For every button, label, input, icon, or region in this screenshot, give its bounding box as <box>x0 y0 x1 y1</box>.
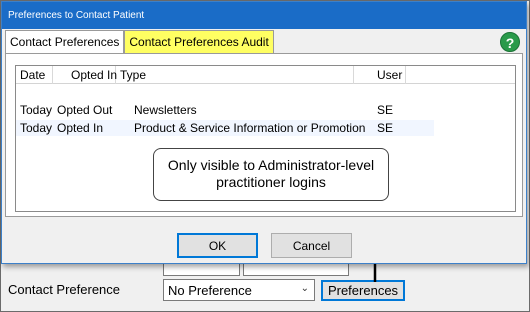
contact-preference-label: Contact Preference <box>8 282 121 297</box>
column-header-opted-in[interactable]: Opted In <box>53 66 117 84</box>
table-row[interactable]: Today Opted In Product & Service Informa… <box>16 120 434 136</box>
tab-contact-preferences-audit[interactable]: Contact Preferences Audit <box>124 30 274 53</box>
preferences-dialog: Preferences to Contact Patient Contact P… <box>1 1 527 264</box>
grid-header: Date Opted In Type User <box>16 66 515 84</box>
cell-opted-in: Opted In <box>57 121 104 135</box>
tab-strip: Contact Preferences Contact Preferences … <box>5 30 274 53</box>
dialog-title: Preferences to Contact Patient <box>2 2 526 29</box>
table-row[interactable]: Today Opted Out Newsletters SE <box>16 102 434 118</box>
audit-panel: Date Opted In Type User Today Opted Out … <box>5 53 523 217</box>
cell-type: Newsletters <box>134 103 197 117</box>
cell-type: Product & Service Information or Promoti… <box>134 121 366 135</box>
contact-preference-value: No Preference <box>168 283 252 298</box>
chevron-down-icon: ⌄ <box>300 283 309 294</box>
cell-opted-in: Opted Out <box>57 103 113 117</box>
contact-preference-select[interactable]: No Preference ⌄ <box>163 279 315 301</box>
cancel-button[interactable]: Cancel <box>271 233 352 258</box>
preferences-button[interactable]: Preferences <box>321 280 405 301</box>
column-header-date[interactable]: Date <box>16 66 53 84</box>
cell-user: SE <box>377 103 394 117</box>
cell-user: SE <box>377 121 394 135</box>
help-icon[interactable]: ? <box>500 32 520 52</box>
cell-date: Today <box>20 103 53 117</box>
ok-button[interactable]: OK <box>177 233 258 258</box>
audit-grid: Date Opted In Type User Today Opted Out … <box>15 65 516 212</box>
column-header-user[interactable]: User <box>354 66 406 84</box>
admin-only-callout: Only visible to Administrator-level prac… <box>153 148 389 201</box>
tab-contact-preferences[interactable]: Contact Preferences <box>5 30 125 53</box>
cell-date: Today <box>20 121 53 135</box>
column-header-type[interactable]: Type <box>116 66 354 84</box>
